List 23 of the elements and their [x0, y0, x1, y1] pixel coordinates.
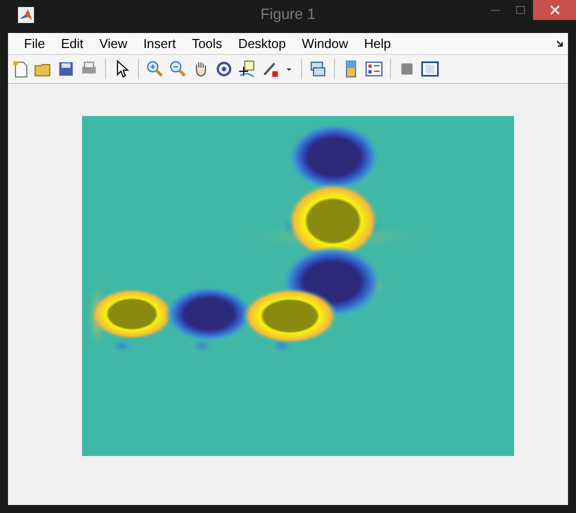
data-cursor-icon[interactable]: [238, 60, 256, 78]
menu-item[interactable]: Edit: [52, 34, 92, 54]
menu-item[interactable]: Tools: [184, 34, 230, 54]
legend-icon[interactable]: [365, 60, 383, 78]
link-icon[interactable]: [309, 60, 327, 78]
frame-icon[interactable]: [421, 60, 439, 78]
menu-item[interactable]: Insert: [135, 34, 184, 54]
zoom-out-icon[interactable]: [169, 60, 187, 78]
rotate-icon[interactable]: [215, 60, 233, 78]
close-button[interactable]: [533, 0, 576, 20]
app-logo-icon: [18, 7, 34, 23]
menu-item[interactable]: View: [91, 34, 136, 54]
menu-item[interactable]: Window: [294, 34, 356, 54]
menu-item[interactable]: Help: [356, 34, 399, 54]
close-icon: [550, 5, 560, 15]
brush-icon[interactable]: [261, 60, 279, 78]
dock-arrow-icon[interactable]: [556, 40, 564, 48]
zoom-in-icon[interactable]: [146, 60, 164, 78]
save-icon[interactable]: [57, 60, 75, 78]
menu-item[interactable]: Desktop: [230, 34, 294, 54]
new-file-icon[interactable]: [11, 60, 29, 78]
menu-item[interactable]: File: [16, 34, 53, 54]
window-title: Figure 1: [260, 5, 316, 26]
